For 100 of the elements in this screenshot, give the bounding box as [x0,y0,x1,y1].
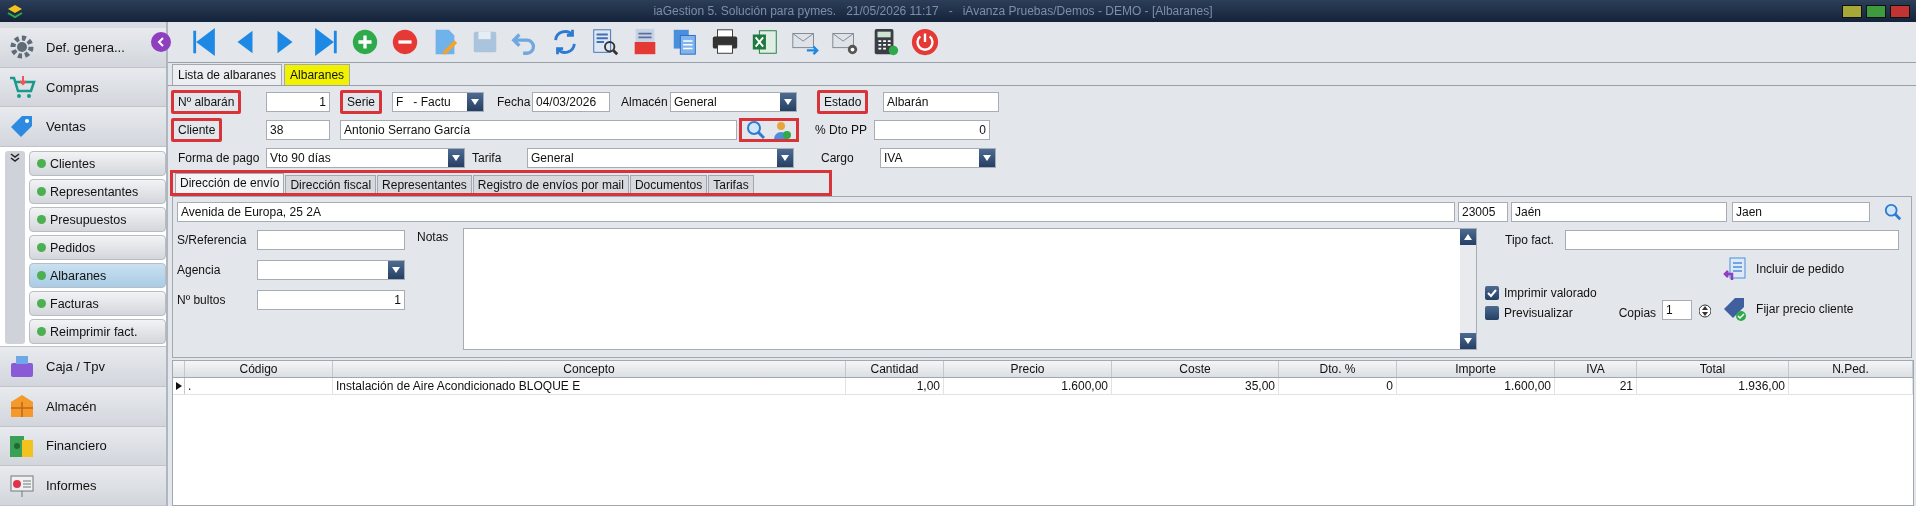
date-field[interactable]: 04/03/2026 [532,92,610,112]
reference-field[interactable] [257,230,405,250]
sidebar-item[interactable]: Almacén [0,386,166,427]
power-icon[interactable] [909,26,941,58]
chevron-left-icon [156,37,166,47]
action-button[interactable]: Fijar precio cliente [1722,296,1854,322]
table-cell: Instalación de Aire Acondicionado BLOQUE E [333,378,846,394]
search-icon[interactable] [746,120,766,140]
discount-field[interactable]: 0 [874,120,990,140]
restore-button[interactable] [1866,4,1886,18]
submenu-item[interactable]: Albaranes [29,263,166,289]
scrollbar[interactable] [1460,229,1476,349]
number-field[interactable]: 1 [266,92,330,112]
search-icon[interactable] [1884,203,1902,221]
rate-select[interactable]: General [527,148,794,168]
column-header[interactable]: Total [1637,361,1789,377]
spinner-icon[interactable] [1698,302,1713,320]
table-cell: 21 [1555,378,1637,394]
status-dot-icon [37,299,46,309]
column-header[interactable]: Coste [1112,361,1279,377]
invoice-type-field[interactable] [1565,230,1899,250]
column-header[interactable]: Concepto [333,361,846,377]
status-dot-icon [37,159,46,169]
tab[interactable]: Albaranes [284,64,351,85]
tab[interactable]: Dirección de envío [175,173,285,193]
current-row-icon [175,382,182,390]
field-label: Cargo [820,150,855,167]
tab[interactable]: Dirección fiscal [285,175,377,193]
payment-select[interactable]: Vto 90 días [266,148,465,168]
packages-field[interactable]: 1 [257,290,405,310]
table-cell: . [185,378,333,394]
column-header[interactable]: N.Ped. [1789,361,1913,377]
status-field[interactable]: Albarán [883,92,999,112]
address-field[interactable]: Avenida de Europa, 25 2A [177,202,1455,222]
column-header[interactable]: Código [185,361,333,377]
status-dot-icon [37,243,46,253]
column-header[interactable]: Precio [944,361,1112,377]
sidebar-item[interactable]: Caja / Tpv [0,347,166,387]
column-header[interactable]: Dto. % [1279,361,1397,377]
field-label: Serie [340,90,382,114]
tab[interactable]: Registro de envíos por mail [472,175,629,193]
field-label: Nº bultos [177,293,227,307]
city-field[interactable]: Jaén [1511,202,1727,222]
submenu-item[interactable]: Facturas [29,291,166,317]
field-label: Copias [1618,306,1657,320]
checkbox[interactable] [1485,286,1499,300]
tab[interactable]: Lista de albaranes [172,64,283,85]
scroll-down-icon[interactable] [1460,333,1476,349]
sidebar-item[interactable]: Ventas [0,107,166,148]
sidebar-item[interactable]: Compras [0,67,166,108]
checkbox-label: Previsualizar [1504,306,1573,320]
field-label: Tipo fact. [1505,233,1555,247]
tab[interactable]: Representantes [377,175,472,193]
sidebar-item[interactable]: Financiero [0,426,166,467]
copies-field[interactable]: 1 [1662,300,1693,320]
column-header[interactable]: Cantidad [846,361,944,377]
field-label: S/Referencia [177,233,248,247]
column-header[interactable]: IVA [1555,361,1637,377]
action-button[interactable]: Incluir de pedido [1722,256,1854,282]
checkbox[interactable] [1485,306,1499,320]
postal-code-field[interactable]: 23005 [1458,202,1508,222]
field-label: Almacén [620,94,669,111]
sidebar-item[interactable]: Def. genera... [0,28,166,68]
field-label: % Dto PP [814,122,869,139]
double-chevron-icon [10,153,20,164]
table-cell: 1.600,00 [1397,378,1555,394]
notes-field[interactable] [463,228,1477,350]
charge-select[interactable]: IVA [880,148,996,168]
warehouse-select[interactable]: General [670,92,797,112]
status-dot-icon [37,327,46,337]
table-cell: 0 [1279,378,1397,394]
province-field[interactable]: Jaen [1732,202,1870,222]
field-label: Cliente [171,118,223,142]
add-person-icon[interactable] [772,120,792,140]
field-label: Estado [817,90,869,114]
app-logo-icon [6,2,24,20]
field-label: Forma de pago [177,150,261,167]
field-label: Notas [417,230,450,244]
submenu-item[interactable]: Pedidos [29,235,166,261]
agency-select[interactable] [257,260,405,280]
status-dot-icon [37,215,46,225]
submenu-item[interactable]: Reimprimir fact. [29,319,166,345]
field-label: Fecha [496,94,532,111]
submenu-item[interactable]: Clientes [29,151,166,177]
scroll-up-icon[interactable] [1460,229,1476,245]
window-title: iaGestion 5. Solución para pymes. 21/05/2026 11:17 - iAvanza Pruebas/Demos - DEMO - [Albaranes] [652,4,1214,18]
tab[interactable]: Tarifas [708,175,754,193]
tab[interactable]: Documentos [629,175,708,193]
close-button[interactable] [1890,4,1910,18]
client-name-field[interactable]: Antonio Serrano García [340,120,737,140]
column-header[interactable]: Importe [1397,361,1555,377]
submenu-item[interactable]: Presupuestos [29,207,166,233]
series-select[interactable]: F - Factu [392,92,484,112]
minimize-button[interactable] [1842,4,1862,18]
list-arrow-icon [1722,256,1749,282]
submenu-item[interactable]: Representantes [29,179,166,205]
table-cell: 35,00 [1112,378,1279,394]
client-code-field[interactable]: 38 [266,120,330,140]
status-dot-icon [37,271,46,281]
sidebar-item[interactable]: Informes [0,466,166,506]
